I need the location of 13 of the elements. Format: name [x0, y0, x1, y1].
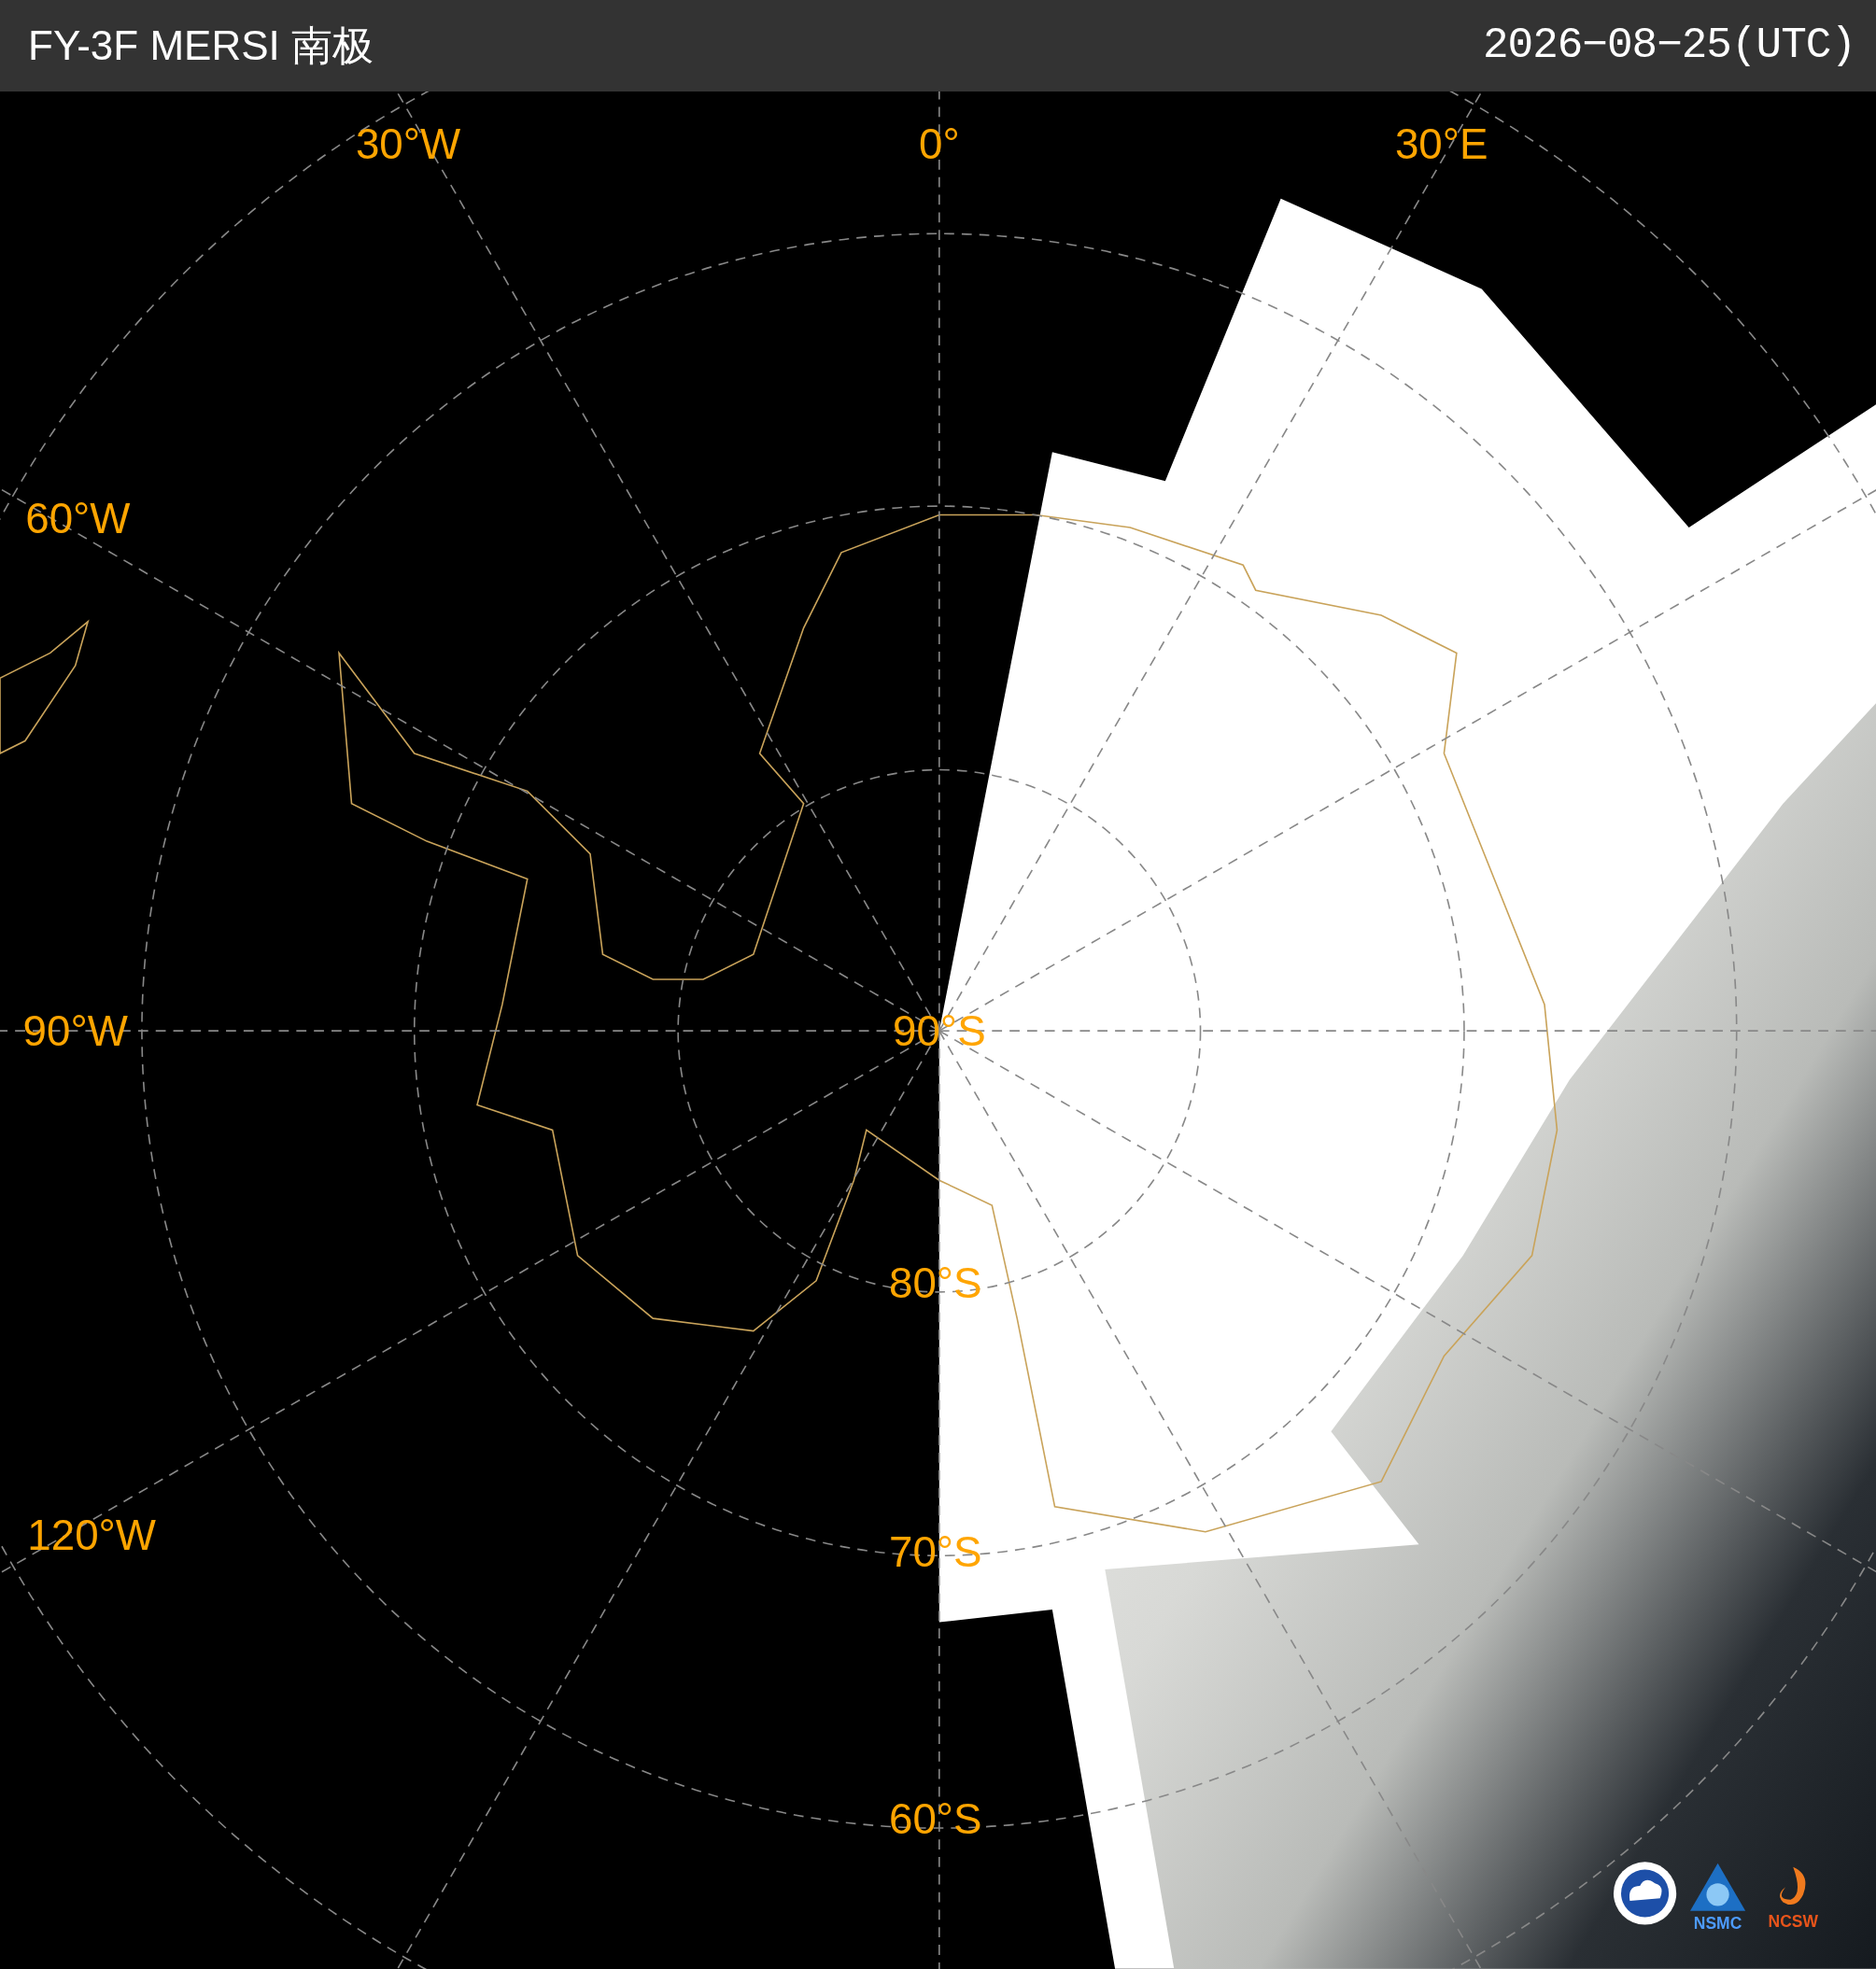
longitude-label: 30°E: [1394, 120, 1488, 169]
longitude-label: 60°W: [25, 495, 131, 543]
latitude-label: 90°S: [893, 1006, 986, 1055]
date-label: 2026−08−25(UTC): [1482, 21, 1855, 70]
latitude-label: 60°S: [889, 1795, 982, 1844]
longitude-label: 0°: [919, 120, 960, 169]
longitude-label: 120°W: [27, 1512, 156, 1560]
logo-text: NSMC: [1693, 1914, 1742, 1934]
logo-text: NCSW: [1768, 1911, 1818, 1931]
longitude-label: 30°W: [355, 120, 461, 169]
triangle-globe-icon: [1690, 1863, 1746, 1911]
map-title: FY-3F MERSI 南极: [28, 21, 374, 70]
longitude-label: 90°W: [22, 1006, 128, 1055]
